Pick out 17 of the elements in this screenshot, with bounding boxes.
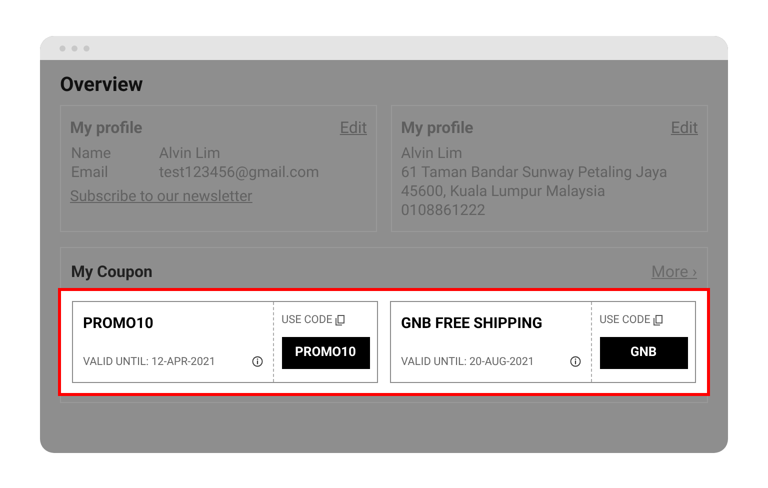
code-button[interactable]: GNB: [600, 336, 688, 368]
code-button[interactable]: PROMO10: [282, 336, 370, 368]
info-icon[interactable]: [252, 356, 263, 368]
window-dot-icon: [83, 44, 90, 52]
valid-until: VALID UNTIL: 20-AUG-2021: [401, 354, 534, 370]
use-code-label: USE CODE: [600, 312, 650, 328]
use-code-label: USE CODE: [282, 312, 332, 328]
coupon-name: PROMO10: [83, 313, 154, 334]
copy-icon[interactable]: [335, 314, 346, 326]
info-icon[interactable]: [570, 356, 581, 368]
copy-icon[interactable]: [653, 314, 664, 326]
window-dot-icon: [71, 44, 78, 52]
section-title: My Coupon: [71, 261, 152, 283]
coupon-name: GNB FREE SHIPPING: [401, 313, 544, 334]
valid-until: VALID UNTIL: 12-APR-2021: [83, 354, 216, 370]
page-title: Overview: [60, 72, 144, 96]
window-dot-icon: [59, 44, 66, 52]
